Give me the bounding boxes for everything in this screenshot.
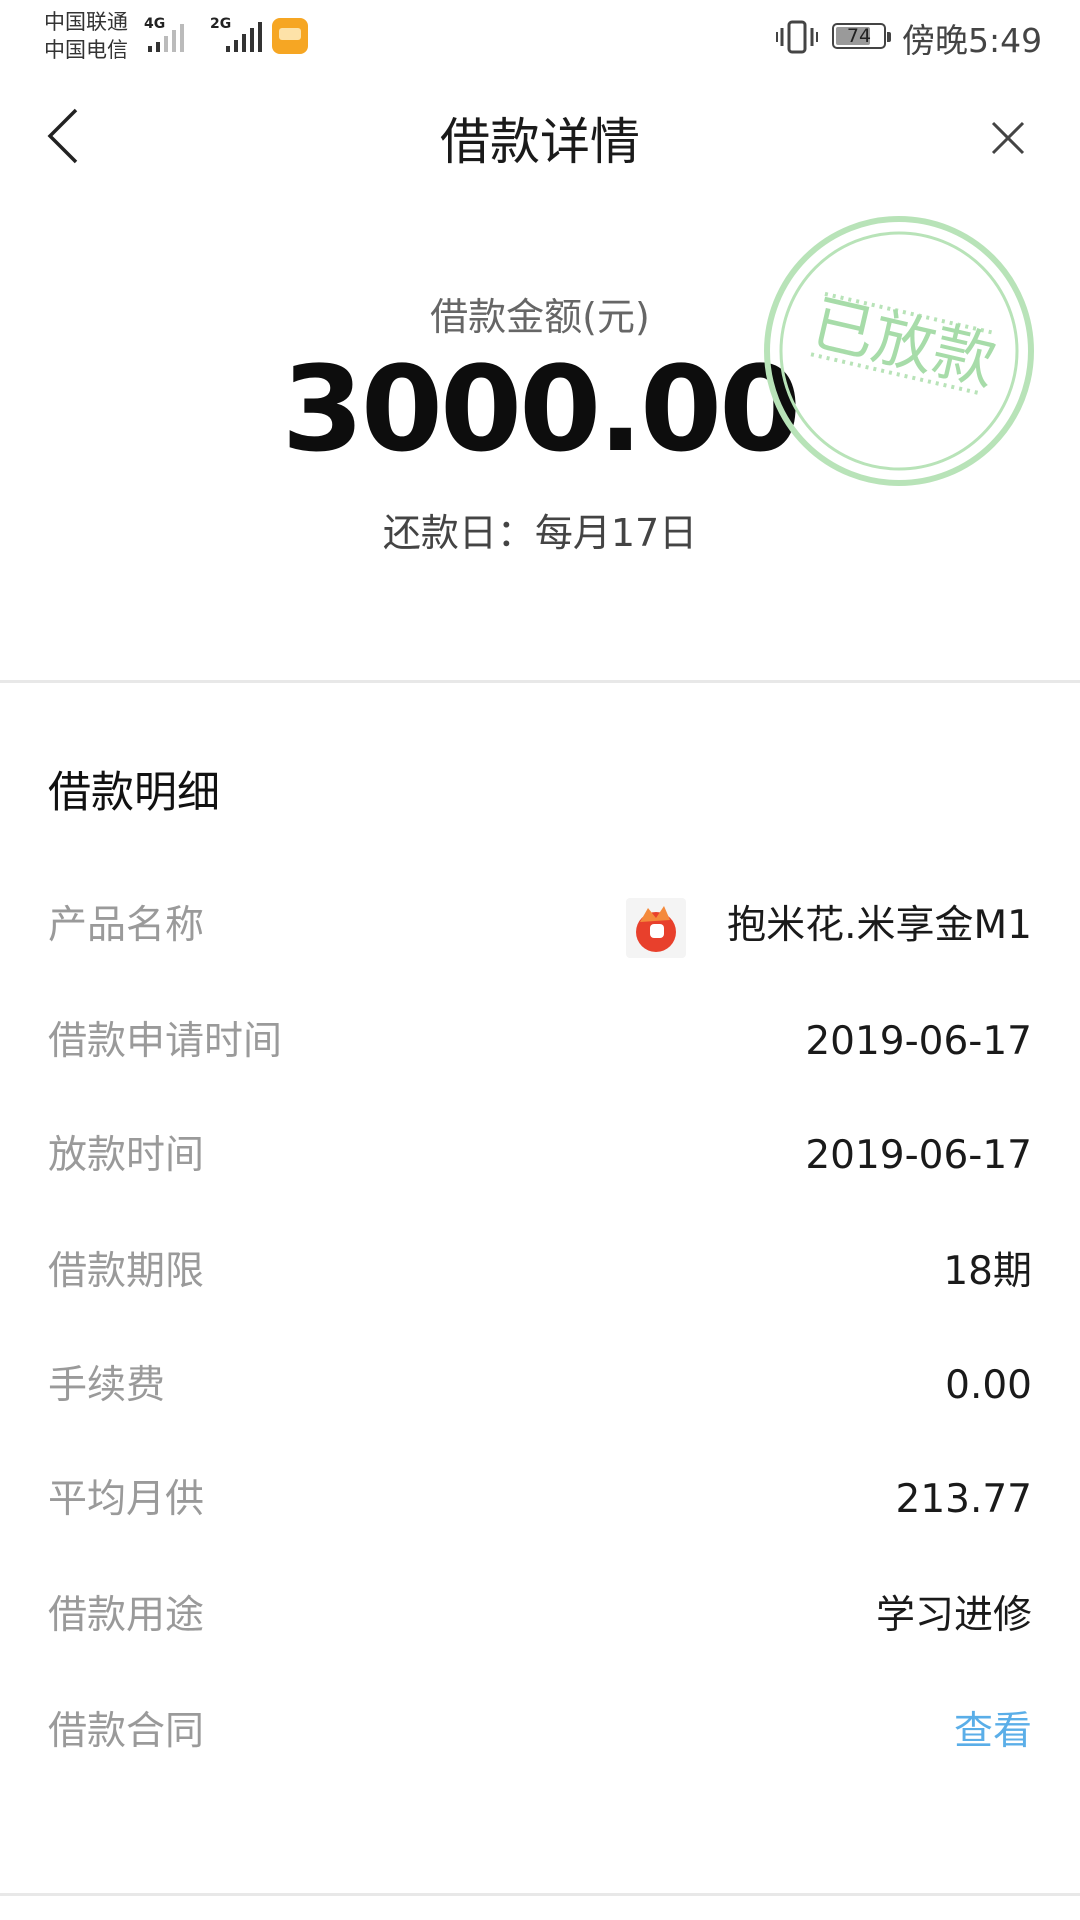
close-icon[interactable] [990, 120, 1026, 156]
signal-strength-icon-2 [226, 22, 262, 52]
detail-row-apply-date: 借款申请时间 2019-06-17 [0, 1002, 1080, 1082]
row-value: 抱米花.米享金M1 [727, 903, 1032, 948]
view-contract-link[interactable]: 查看 [954, 1692, 1032, 1772]
carrier-1: 中国联通 [44, 10, 128, 34]
row-value: 2019-06-17 [805, 1019, 1032, 1064]
detail-row-term: 借款期限 18期 [0, 1232, 1080, 1312]
repayment-day: 还款日：每月17日 [382, 511, 698, 555]
row-value: 2019-06-17 [805, 1133, 1032, 1178]
loan-detail-page: 中国联通 中国电信 4G 2G 74 傍晚5:49 借款详情 借款金额(元) 3… [0, 0, 1080, 1920]
row-label: 产品名称 [48, 903, 205, 948]
detail-row-fee: 手续费 0.00 [0, 1346, 1080, 1426]
battery-icon: 74 [832, 23, 891, 49]
row-label: 手续费 [48, 1363, 166, 1408]
row-label: 借款用途 [48, 1593, 205, 1638]
row-label: 借款合同 [48, 1709, 205, 1754]
row-label: 平均月供 [48, 1477, 205, 1522]
stamp-text: 已放款 [805, 286, 1003, 399]
bottom-divider [0, 1893, 1080, 1896]
row-label: 放款时间 [48, 1133, 205, 1178]
signal-strength-icon [148, 24, 184, 52]
detail-row-monthly-payment: 平均月供 213.77 [0, 1460, 1080, 1540]
row-label: 借款申请时间 [48, 1019, 283, 1064]
detail-row-disburse-date: 放款时间 2019-06-17 [0, 1116, 1080, 1196]
detail-row-product: 产品名称 抱米花.米享金M1 [0, 886, 1080, 966]
carrier-labels: 中国联通 中国电信 [44, 8, 128, 64]
detail-row-contract: 借款合同 查看 [0, 1692, 1080, 1772]
section-divider [0, 680, 1080, 683]
battery-level: 74 [846, 25, 872, 47]
carrier-2: 中国电信 [44, 38, 128, 62]
row-value: 0.00 [945, 1363, 1032, 1408]
row-value: 213.77 [895, 1477, 1032, 1522]
page-title: 借款详情 [440, 113, 640, 171]
notification-app-icon [272, 18, 308, 54]
details-title: 借款明细 [48, 768, 220, 818]
detail-row-purpose: 借款用途 学习进修 [0, 1576, 1080, 1656]
row-label: 借款期限 [48, 1249, 205, 1294]
status-time: 傍晚5:49 [902, 21, 1043, 60]
status-bar: 中国联通 中国电信 4G 2G 74 傍晚5:49 [0, 0, 1080, 75]
popcorn-logo-icon [626, 898, 686, 958]
row-value: 学习进修 [875, 1593, 1032, 1638]
nav-bar: 借款详情 [0, 80, 1080, 190]
row-value: 18期 [943, 1249, 1032, 1294]
loan-summary: 借款金额(元) 3000.00 还款日：每月17日 已放款 [0, 190, 1080, 680]
disbursed-stamp: 已放款 [764, 216, 1034, 486]
vibrate-icon [776, 20, 818, 54]
